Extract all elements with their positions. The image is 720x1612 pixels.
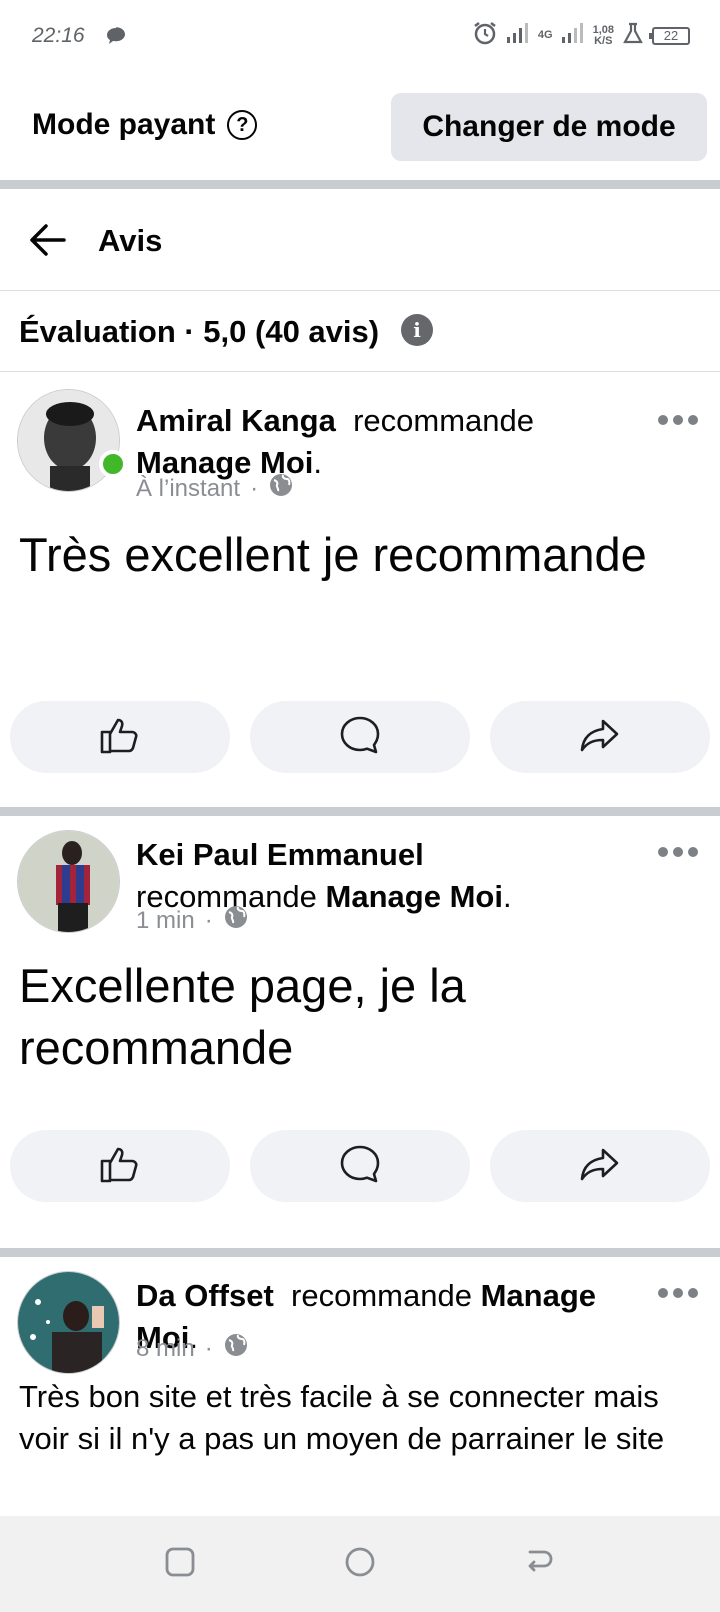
chat-notification-icon xyxy=(106,27,126,50)
like-button[interactable] xyxy=(10,1130,230,1202)
post-actions xyxy=(10,1130,710,1202)
share-icon xyxy=(579,715,621,760)
battery-icon: 22 xyxy=(649,26,690,45)
status-icons: 4G 1,08 K/S 22 xyxy=(472,20,690,51)
back-button[interactable] xyxy=(524,1546,556,1583)
meta-separator: · xyxy=(204,906,213,934)
post-time[interactable]: À l’instant xyxy=(136,475,240,503)
divider xyxy=(0,1248,720,1257)
like-button[interactable] xyxy=(10,701,230,773)
more-options-icon[interactable] xyxy=(658,1287,698,1299)
mode-bar: Mode payant ? Changer de mode xyxy=(0,72,720,180)
comment-button[interactable] xyxy=(250,1130,470,1202)
action-text: recommande xyxy=(291,1278,472,1313)
share-icon xyxy=(579,1144,621,1189)
header-bar: Avis xyxy=(0,190,720,291)
post-time[interactable]: 1 min xyxy=(136,907,195,935)
comment-icon xyxy=(339,715,381,760)
author-name[interactable]: Kei Paul Emmanuel xyxy=(136,837,424,872)
globe-icon xyxy=(223,1332,249,1365)
post-actions xyxy=(10,701,710,773)
alarm-icon xyxy=(472,20,498,51)
review-text: Très excellent je recommande xyxy=(19,528,647,581)
thumbs-up-icon xyxy=(99,715,141,760)
globe-icon xyxy=(223,904,249,937)
meta-separator: · xyxy=(250,474,259,502)
comment-button[interactable] xyxy=(250,701,470,773)
rating-text: Évaluation · 5,0 (40 avis) xyxy=(19,314,380,349)
author-name[interactable]: Da Offset xyxy=(136,1278,274,1313)
switch-mode-button[interactable]: Changer de mode xyxy=(391,93,707,161)
meta-separator: · xyxy=(204,1334,213,1362)
period: . xyxy=(502,879,512,914)
mode-label-text: Mode payant xyxy=(32,108,216,141)
status-bar: 22:16 4G 1,08 K/S 22 xyxy=(0,0,720,72)
avatar[interactable] xyxy=(17,1271,120,1374)
rating-summary: Évaluation · 5,0 (40 avis) xyxy=(0,291,720,372)
author-name[interactable]: Amiral Kanga xyxy=(136,403,336,438)
share-button[interactable] xyxy=(490,1130,710,1202)
status-time: 22:16 xyxy=(32,24,85,47)
network-speed-unit: K/S xyxy=(594,34,613,47)
post-time[interactable]: 8 min xyxy=(136,1335,195,1363)
signal-icon-2 xyxy=(561,22,585,49)
avatar[interactable] xyxy=(17,830,120,933)
period: . xyxy=(313,445,323,480)
share-button[interactable] xyxy=(490,701,710,773)
post-meta: À l’instant · xyxy=(136,472,294,505)
action-text: recommande xyxy=(353,403,534,438)
back-arrow-icon[interactable] xyxy=(26,220,68,265)
post-meta: 8 min · xyxy=(136,1332,249,1365)
thumbs-up-icon xyxy=(99,1144,141,1189)
mode-label: Mode payant ? xyxy=(32,108,258,142)
comment-icon xyxy=(339,1144,381,1189)
flask-icon xyxy=(622,22,644,49)
divider xyxy=(0,180,720,189)
help-icon[interactable]: ? xyxy=(227,110,258,140)
system-nav-bar xyxy=(0,1516,720,1612)
network-speed: 1,08 K/S xyxy=(592,23,614,47)
review-text: Très bon site et très facile à se connec… xyxy=(19,1379,665,1456)
globe-icon xyxy=(268,472,294,505)
online-status-indicator xyxy=(99,450,127,478)
network-type: 4G xyxy=(537,29,553,41)
more-options-icon[interactable] xyxy=(658,846,698,858)
home-button[interactable] xyxy=(344,1546,376,1583)
network-speed-value: 1,08 xyxy=(592,23,614,36)
page-title: Avis xyxy=(98,223,163,258)
review-post: Da Offset recommande Manage Moi. 8 min ·… xyxy=(0,1257,720,1516)
review-text: Excellente page, je la recommande xyxy=(19,959,466,1074)
page-name[interactable]: Manage Moi xyxy=(326,879,503,914)
more-options-icon[interactable] xyxy=(658,414,698,426)
post-meta: 1 min · xyxy=(136,904,249,937)
avatar[interactable] xyxy=(17,389,120,492)
review-post: Kei Paul Emmanuel recommande Manage Moi.… xyxy=(0,816,720,1248)
signal-icon xyxy=(506,22,530,49)
review-post: Amiral Kanga recommande Manage Moi. À l’… xyxy=(0,372,720,807)
divider xyxy=(0,807,720,816)
recent-apps-button[interactable] xyxy=(164,1546,196,1583)
info-icon[interactable]: i xyxy=(401,314,433,346)
